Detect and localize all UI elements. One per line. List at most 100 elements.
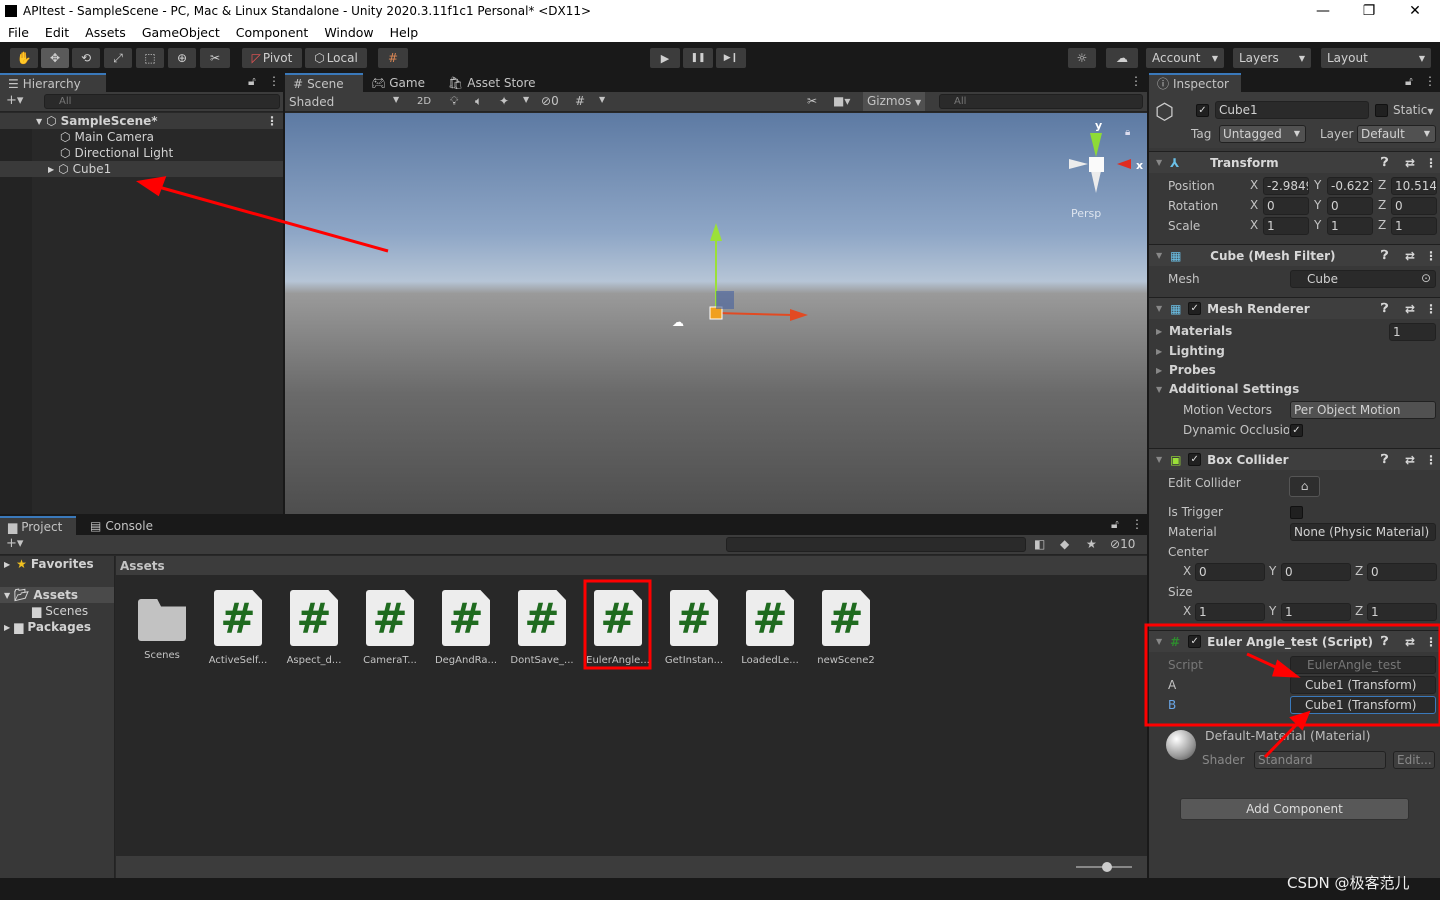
help-icon[interactable]: ❓︎	[1381, 634, 1388, 649]
menu-assets[interactable]: Assets	[77, 25, 134, 40]
presets-icon[interactable]: ⇄	[1405, 453, 1415, 467]
add-component-button[interactable]: Add Component	[1180, 798, 1409, 820]
slider-thumb[interactable]	[1102, 862, 1112, 872]
tab-asset-store[interactable]: 🛍︎ Asset Store	[440, 73, 544, 92]
is-trigger-checkbox[interactable]	[1290, 506, 1303, 519]
2d-toggle[interactable]: 2D	[417, 96, 431, 107]
transform-header[interactable]: ▼ ⅄ Transform ❓︎ ⇄ ⋮	[1149, 151, 1440, 173]
static-dropdown[interactable]: Static▼	[1393, 103, 1433, 117]
hierarchy-item[interactable]: ⬡ Directional Light	[0, 145, 283, 161]
script-header[interactable]: ▼ # ✓ Euler Angle_test (Script) ❓︎ ⇄ ⋮	[1149, 630, 1440, 652]
b-field[interactable]: Cube1 (Transform)	[1290, 696, 1436, 714]
more-icon[interactable]: ⋮	[268, 74, 280, 88]
hidden-objects-toggle[interactable]: ⊘0	[541, 94, 559, 108]
center-field[interactable]: 0	[1367, 563, 1437, 581]
asset-script[interactable]: # EulerAngle...	[583, 590, 653, 666]
presets-icon[interactable]: ⇄	[1405, 302, 1415, 316]
grid-snap-icon[interactable]: #	[378, 48, 408, 68]
menu-component[interactable]: Component	[228, 25, 317, 40]
dynamic-occlusion-checkbox[interactable]: ✓	[1290, 424, 1303, 437]
chevron-down-icon[interactable]: ▼	[599, 95, 605, 104]
object-picker-icon[interactable]: ⊙	[1421, 271, 1431, 285]
script-field[interactable]: EulerAngle_test	[1290, 656, 1436, 674]
help-icon[interactable]: ❓︎	[1381, 452, 1388, 467]
expand-icon[interactable]: ▶	[48, 165, 54, 174]
asset-script[interactable]: # DontSave_...	[507, 590, 577, 666]
asset-script[interactable]: # Aspect_d...	[279, 590, 349, 666]
move-gizmo[interactable]	[709, 223, 808, 321]
size-field[interactable]: 1	[1367, 603, 1437, 621]
scale-field-y[interactable]: 1	[1327, 217, 1373, 235]
lighting-icon[interactable]: 💡︎	[450, 94, 458, 109]
position-field-y[interactable]: -0.6227	[1327, 177, 1373, 195]
orientation-gizmo[interactable]	[1069, 133, 1131, 193]
more-icon[interactable]: ⋮	[1130, 74, 1142, 88]
minimize-button[interactable]: —	[1300, 0, 1346, 22]
asset-script[interactable]: # CameraT...	[355, 590, 425, 666]
persp-label[interactable]: Persp	[1071, 207, 1101, 220]
mesh-filter-header[interactable]: ▼ ▦ Cube (Mesh Filter) ❓︎ ⇄ ⋮	[1149, 244, 1440, 266]
maximize-button[interactable]: ❐	[1346, 0, 1392, 22]
chevron-down-icon[interactable]: ▼	[523, 95, 529, 104]
position-field-z[interactable]: 10.5141	[1391, 177, 1437, 195]
tab-scene[interactable]: # Scene	[285, 73, 363, 92]
lock-icon[interactable]: 🔒︎	[1125, 127, 1130, 138]
presets-icon[interactable]: ⇄	[1405, 249, 1415, 263]
pause-button[interactable]: ❚❚	[683, 48, 713, 68]
hand-tool-icon[interactable]: ✋	[10, 48, 38, 68]
gizmos-dropdown[interactable]: Gizmos ▼	[863, 92, 926, 111]
lock-icon[interactable]: 🔓︎	[248, 74, 256, 89]
tab-project[interactable]: ▆ Project	[0, 516, 76, 535]
name-field[interactable]: Cube1	[1215, 101, 1369, 119]
add-button[interactable]: +▾	[6, 93, 23, 108]
help-icon[interactable]: ❓︎	[1381, 301, 1388, 316]
more-icon[interactable]: ⋮	[266, 114, 278, 128]
rect-tool-icon[interactable]: ⬚	[136, 48, 164, 68]
local-toggle[interactable]: ⬡ Local	[305, 48, 367, 68]
camera-icon[interactable]: ■▾	[833, 94, 850, 108]
transform-tool-icon[interactable]: ⊕	[168, 48, 196, 68]
cloud-icon[interactable]: ☁	[1106, 48, 1138, 68]
tab-console[interactable]: ▤ Console	[82, 516, 161, 535]
active-checkbox[interactable]: ✓	[1196, 104, 1209, 117]
layer-dropdown[interactable]: Default ▼	[1357, 125, 1436, 143]
center-field[interactable]: 0	[1281, 563, 1351, 581]
edit-collider-button[interactable]: ⌂	[1289, 476, 1320, 497]
materials-size-field[interactable]: 1	[1389, 323, 1436, 341]
tag-dropdown[interactable]: Untagged ▼	[1219, 125, 1306, 143]
help-icon[interactable]: ❓︎	[1381, 248, 1388, 263]
static-checkbox[interactable]	[1375, 104, 1388, 117]
custom-tool-icon[interactable]: ✂	[200, 48, 230, 68]
effects-icon[interactable]: ✦	[499, 94, 509, 108]
enabled-checkbox[interactable]: ✓	[1188, 635, 1202, 648]
mesh-renderer-header[interactable]: ▼ ▦ ✓ Mesh Renderer ❓︎ ⇄ ⋮	[1149, 297, 1440, 319]
cube-icon[interactable]: ⬡	[1155, 100, 1174, 125]
mesh-field[interactable]: Cube	[1290, 270, 1436, 288]
hierarchy-item[interactable]: ⬡ Main Camera	[0, 129, 283, 145]
close-button[interactable]: ✕	[1392, 0, 1438, 22]
more-icon[interactable]: ⋮	[1425, 635, 1437, 649]
lock-icon[interactable]: 🔓︎	[1405, 74, 1413, 89]
asset-folder[interactable]: Scenes	[127, 590, 197, 661]
step-button[interactable]: ▶❙	[716, 48, 746, 68]
favorite-icon[interactable]: ★	[1086, 537, 1097, 551]
hierarchy-search-input[interactable]: All	[44, 94, 280, 109]
pivot-toggle[interactable]: ◸ Pivot	[242, 48, 302, 68]
tab-inspector[interactable]: ⓘ Inspector	[1149, 73, 1241, 92]
presets-icon[interactable]: ⇄	[1405, 156, 1415, 170]
collab-icon[interactable]: ☼	[1068, 48, 1096, 68]
shader-dropdown[interactable]: Standard	[1254, 751, 1386, 769]
more-icon[interactable]: ⋮	[1425, 453, 1437, 467]
rotation-field-y[interactable]: 0	[1327, 197, 1373, 215]
presets-icon[interactable]: ⇄	[1405, 635, 1415, 649]
add-button[interactable]: +▾	[6, 536, 23, 551]
more-icon[interactable]: ⋮	[1424, 74, 1436, 88]
layers-dropdown[interactable]: Layers ▼	[1233, 48, 1311, 68]
rotation-field-x[interactable]: 0	[1263, 197, 1309, 215]
scene-viewport[interactable]: y x Persp 🔒︎ ☁	[285, 113, 1147, 514]
filter-label-icon[interactable]: ◆	[1060, 537, 1069, 551]
enabled-checkbox[interactable]: ✓	[1188, 302, 1202, 315]
hidden-packages-toggle[interactable]: ⊘10	[1110, 537, 1135, 551]
size-field[interactable]: 1	[1281, 603, 1351, 621]
asset-script[interactable]: # ActiveSelf...	[203, 590, 273, 666]
